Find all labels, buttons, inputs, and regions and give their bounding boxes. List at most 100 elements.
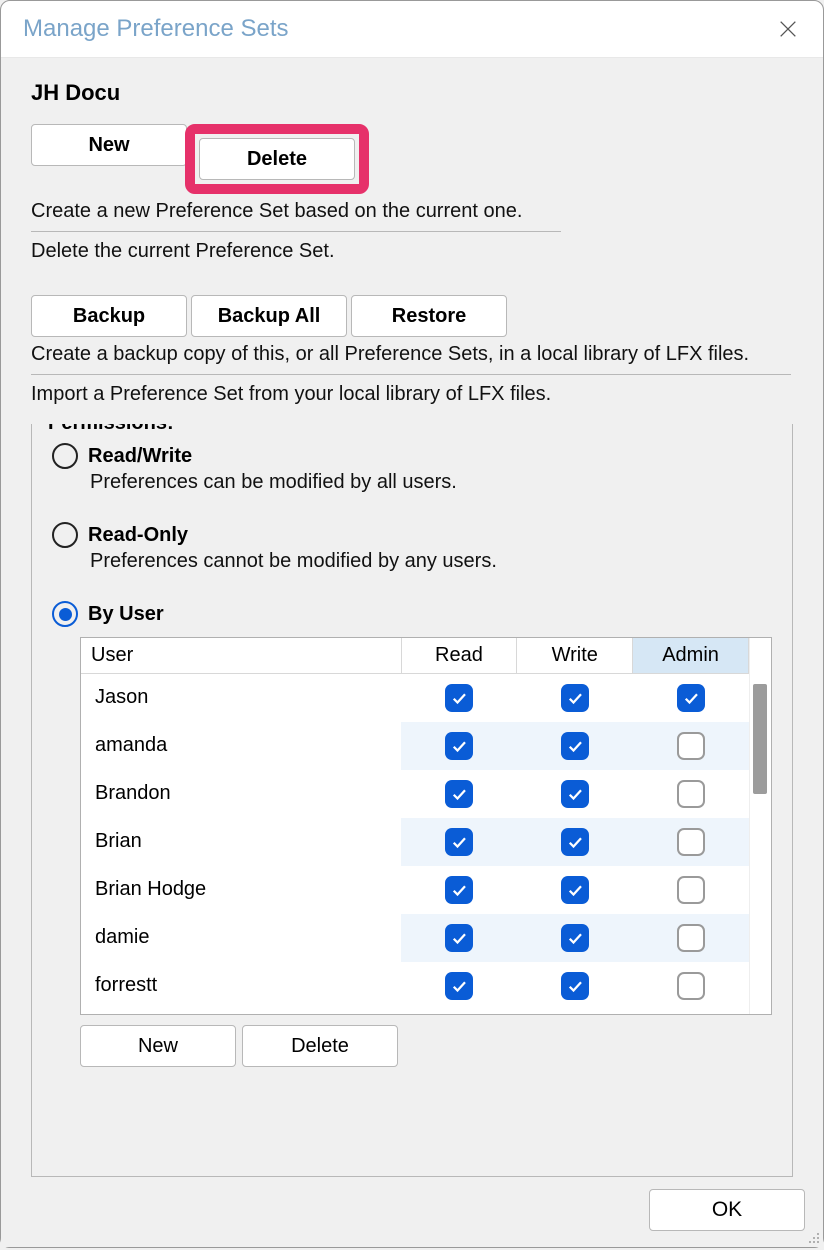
table-scrollbar[interactable] <box>749 638 771 1014</box>
checkbox-admin[interactable] <box>677 732 705 760</box>
checkbox-read[interactable] <box>445 684 473 712</box>
read-cell <box>401 818 517 866</box>
backup-all-button[interactable]: Backup All <box>191 295 347 337</box>
checkbox-write[interactable] <box>561 924 589 952</box>
table-row[interactable]: forrestt <box>81 962 749 1010</box>
checkbox-read[interactable] <box>445 876 473 904</box>
scrollbar-thumb[interactable] <box>753 684 767 794</box>
checkbox-write[interactable] <box>561 876 589 904</box>
checkbox-admin[interactable] <box>677 924 705 952</box>
admin-cell <box>633 770 749 818</box>
backup-button[interactable]: Backup <box>31 295 187 337</box>
user-cell: damie <box>81 914 401 962</box>
admin-cell <box>633 914 749 962</box>
restore-button[interactable]: Restore <box>351 295 507 337</box>
user-cell: Brian <box>81 818 401 866</box>
delete-desc: Delete the current Preference Set. <box>31 234 561 269</box>
checkbox-read[interactable] <box>445 972 473 1000</box>
user-cell: Jason <box>81 674 401 722</box>
dialog-window: Manage Preference Sets JH Docu New Delet… <box>0 0 824 1248</box>
radio-readonly-desc: Preferences cannot be modified by any us… <box>90 550 778 573</box>
checkbox-admin[interactable] <box>677 972 705 1000</box>
dialog-content: JH Docu New Delete Create a new Preferen… <box>1 58 823 1185</box>
table-row[interactable]: amanda <box>81 722 749 770</box>
row-backup: Backup Backup All Restore <box>31 295 793 337</box>
table-row[interactable]: damie <box>81 914 749 962</box>
radio-readonly[interactable]: Read-Only <box>52 522 778 548</box>
row-new-delete: New Delete <box>31 124 793 194</box>
table-delete-button[interactable]: Delete <box>242 1025 398 1067</box>
permissions-legend: Permissions: <box>42 424 180 435</box>
user-cell: amanda <box>81 722 401 770</box>
table-row[interactable]: Jason <box>81 674 749 722</box>
checkbox-write[interactable] <box>561 780 589 808</box>
radio-byuser[interactable]: By User <box>52 601 778 627</box>
read-cell <box>401 722 517 770</box>
checkbox-admin[interactable] <box>677 876 705 904</box>
new-preference-set-button[interactable]: New <box>31 124 187 166</box>
table-row[interactable]: Brandon <box>81 770 749 818</box>
checkbox-admin[interactable] <box>677 828 705 856</box>
checkbox-read[interactable] <box>445 828 473 856</box>
read-cell <box>401 866 517 914</box>
radio-readwrite-label: Read/Write <box>88 445 192 468</box>
radio-icon <box>52 601 78 627</box>
checkbox-read[interactable] <box>445 732 473 760</box>
admin-cell <box>633 674 749 722</box>
radio-icon <box>52 443 78 469</box>
col-read[interactable]: Read <box>401 638 517 674</box>
read-cell <box>401 770 517 818</box>
checkbox-admin[interactable] <box>677 684 705 712</box>
resize-grip[interactable] <box>805 1229 821 1245</box>
radio-byuser-label: By User <box>88 603 164 626</box>
delete-highlight: Delete <box>185 124 369 194</box>
new-desc: Create a new Preference Set based on the… <box>31 194 561 229</box>
admin-cell <box>633 962 749 1010</box>
checkbox-admin[interactable] <box>677 780 705 808</box>
delete-preference-set-button[interactable]: Delete <box>199 138 355 180</box>
radio-readwrite-desc: Preferences can be modified by all users… <box>90 471 778 494</box>
close-icon <box>777 18 799 40</box>
user-cell: forrestt <box>81 962 401 1010</box>
write-cell <box>517 818 633 866</box>
checkbox-write[interactable] <box>561 828 589 856</box>
checkbox-write[interactable] <box>561 972 589 1000</box>
write-cell <box>517 722 633 770</box>
backup-desc: Create a backup copy of this, or all Pre… <box>31 337 791 372</box>
read-cell <box>401 962 517 1010</box>
admin-cell <box>633 866 749 914</box>
radio-readonly-label: Read-Only <box>88 524 188 547</box>
admin-cell <box>633 818 749 866</box>
checkbox-read[interactable] <box>445 924 473 952</box>
table-row[interactable]: Brian Hodge <box>81 866 749 914</box>
user-cell: Brandon <box>81 770 401 818</box>
close-button[interactable] <box>775 16 801 42</box>
restore-desc: Import a Preference Set from your local … <box>31 377 791 412</box>
write-cell <box>517 914 633 962</box>
dialog-title: Manage Preference Sets <box>23 15 289 43</box>
user-cell: Brian Hodge <box>81 866 401 914</box>
ok-button[interactable]: OK <box>649 1189 805 1231</box>
write-cell <box>517 674 633 722</box>
dialog-footer: OK <box>1 1185 823 1247</box>
preference-set-name: JH Docu <box>31 80 793 106</box>
radio-icon <box>52 522 78 548</box>
admin-cell <box>633 722 749 770</box>
read-cell <box>401 914 517 962</box>
write-cell <box>517 962 633 1010</box>
table-row[interactable]: Brian <box>81 818 749 866</box>
titlebar: Manage Preference Sets <box>1 1 823 58</box>
checkbox-write[interactable] <box>561 684 589 712</box>
col-admin[interactable]: Admin <box>633 638 749 674</box>
write-cell <box>517 770 633 818</box>
radio-readwrite[interactable]: Read/Write <box>52 443 778 469</box>
checkbox-read[interactable] <box>445 780 473 808</box>
table-new-button[interactable]: New <box>80 1025 236 1067</box>
write-cell <box>517 866 633 914</box>
permissions-group: Permissions: Read/Write Preferences can … <box>31 424 793 1177</box>
table-button-row: New Delete <box>80 1025 778 1067</box>
checkbox-write[interactable] <box>561 732 589 760</box>
col-write[interactable]: Write <box>517 638 633 674</box>
col-user[interactable]: User <box>81 638 401 674</box>
read-cell <box>401 674 517 722</box>
